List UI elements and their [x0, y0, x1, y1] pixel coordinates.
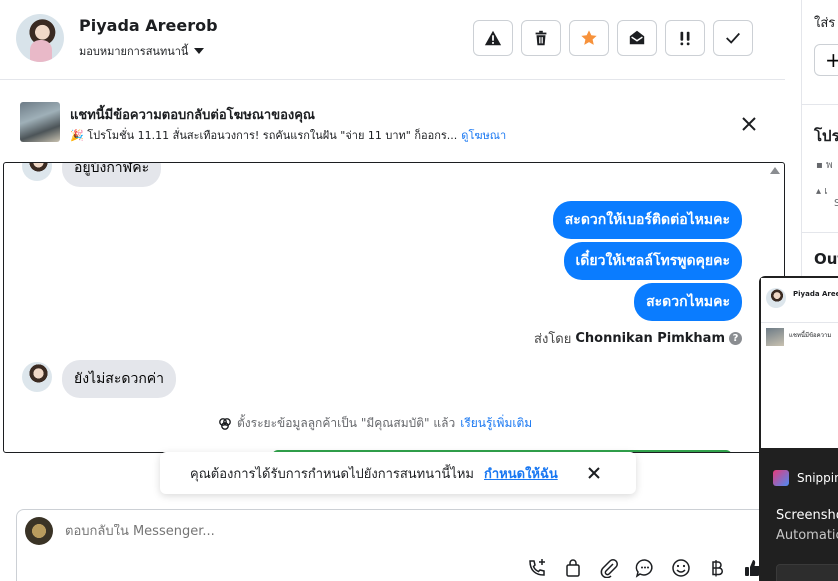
mark-unread-button[interactable] — [617, 20, 657, 56]
ad-banner-title: แชทนี้มีข้อความตอบกลับต่อโฆษณาของคุณ — [70, 108, 315, 123]
mail-open-icon — [629, 30, 645, 45]
priority-button[interactable] — [665, 20, 705, 56]
add-call-button[interactable] — [525, 556, 549, 580]
panel-section-title: Out — [814, 250, 838, 268]
close-ad-banner-button[interactable] — [736, 111, 762, 137]
conversation-header: Piyada Areerob มอบหมายการสนทนานี้ — [0, 0, 785, 80]
screenshot-preview[interactable]: Piyada Areerob แชทนี้มีข้อความ — [761, 278, 838, 448]
assign-to-me-link[interactable]: กำหนดให้ฉัน — [484, 463, 558, 484]
help-icon[interactable]: ? — [729, 332, 742, 345]
panel-section-title: โปร — [814, 127, 838, 145]
lead-stage-icon — [219, 417, 231, 430]
ad-reply-banner: แชทนี้มีข้อความตอบกลับต่อโฆษณาของคุณ 🎉 โ… — [0, 92, 785, 152]
call-add-icon — [529, 559, 545, 576]
follow-up-button[interactable] — [569, 20, 609, 56]
reply-input[interactable] — [65, 524, 465, 539]
notification-title: Screenshot copied — [776, 508, 838, 523]
ad-banner-description: 🎉 โปรโมชั่น 11.11 สั่นสะเทือนวงการ! รถคั… — [70, 126, 506, 144]
add-label-button[interactable]: + — [814, 44, 838, 76]
outgoing-message: สะดวกไหมคะ — [634, 283, 742, 321]
composer-toolbar — [525, 556, 765, 580]
contact-name[interactable]: Piyada Areerob — [79, 16, 218, 35]
sent-by-prefix: ส่งโดย — [534, 332, 572, 347]
graduation-cap-icon: ▴ — [816, 186, 822, 197]
check-icon — [726, 32, 740, 44]
close-icon — [588, 467, 600, 479]
baht-icon — [712, 560, 723, 577]
panel-row-education: ▴ เ — [816, 184, 828, 199]
contact-avatar-small — [22, 163, 52, 181]
sent-by-name: Chonnikan Pimkham — [575, 331, 725, 346]
ad-thumbnail[interactable] — [20, 102, 60, 142]
learn-more-link[interactable]: เรียนรู้เพิ่มเติม — [460, 414, 532, 433]
contact-avatar-small — [22, 362, 52, 392]
preview-ad-thumb — [766, 328, 784, 346]
snipping-app-label: Snipping Tool — [773, 470, 838, 486]
snipping-tool-icon — [773, 470, 789, 486]
notification-subtitle: Automatically saved — [776, 528, 838, 543]
chevron-down-icon — [194, 48, 205, 54]
assign-conversation-dropdown[interactable]: มอบหมายการสนทนานี้ — [79, 42, 205, 60]
preview-avatar — [766, 288, 786, 308]
assign-prompt-toast: คุณต้องการได้รับการกำหนดไปยังการสนทนานี้… — [160, 452, 636, 494]
mark-done-button[interactable] — [713, 20, 753, 56]
assign-prompt-text: คุณต้องการได้รับการกำหนดไปยังการสนทนานี้… — [190, 466, 474, 482]
payment-button[interactable] — [705, 556, 729, 580]
page-avatar — [25, 517, 53, 545]
panel-row-work-text: พ — [825, 160, 833, 171]
panel-row-work: ▪ พ — [816, 158, 833, 173]
chat-bubble-icon — [635, 559, 653, 578]
snipping-notification[interactable]: Piyada Areerob แชทนี้มีข้อความ Snipping … — [759, 276, 838, 581]
panel-divider — [802, 104, 838, 105]
assign-label: มอบหมายการสนทนานี้ — [79, 45, 189, 58]
trash-icon — [535, 30, 547, 46]
notification-action-button[interactable] — [776, 564, 838, 581]
panel-row-education-sub: S — [834, 198, 838, 209]
snipping-app-name: Snipping Tool — [797, 471, 838, 485]
delete-button[interactable] — [521, 20, 561, 56]
lead-stage-text: ตั้งระยะข้อมูลลูกค้าเป็น "มีคุณสมบัติ" แ… — [237, 416, 456, 430]
view-ad-link[interactable]: ดูโฆษณา — [461, 129, 506, 142]
paperclip-icon — [600, 559, 618, 578]
preview-divider — [761, 322, 838, 323]
panel-top-label: ใส่ร — [814, 16, 836, 31]
scroll-up-arrow-icon[interactable] — [770, 167, 780, 174]
briefcase-icon: ▪ — [816, 160, 823, 171]
incoming-message: ยังไม่สะดวกค่า — [62, 360, 177, 398]
preview-name: Piyada Areerob — [793, 290, 838, 298]
priority-icon — [680, 31, 690, 46]
saved-replies-button[interactable] — [633, 556, 657, 580]
header-actions — [473, 20, 753, 56]
sent-by-line: ส่งโดย Chonnikan Pimkham ? — [534, 328, 742, 349]
outgoing-message: สะดวกให้เบอร์ติดต่อไหมคะ — [552, 201, 742, 239]
ad-description-text: 🎉 โปรโมชั่น 11.11 สั่นสะเทือนวงการ! รถคั… — [70, 129, 458, 142]
emoji-button[interactable] — [669, 556, 693, 580]
close-icon — [742, 117, 756, 131]
panel-row-education-text: เ — [824, 186, 828, 197]
preview-ad-text: แชทนี้มีข้อความ — [789, 332, 832, 339]
warning-icon — [484, 30, 502, 46]
lead-stage-notice: ตั้งระยะข้อมูลลูกค้าเป็น "มีคุณสมบัติ" แ… — [218, 414, 532, 433]
outgoing-message: เดี๋ยวให้เซลล์โทรพูดคุยคะ — [563, 242, 742, 280]
emoji-icon — [672, 559, 690, 577]
close-toast-button[interactable] — [584, 463, 604, 483]
panel-divider — [802, 232, 838, 233]
attach-button[interactable] — [597, 556, 621, 580]
shop-button[interactable] — [561, 556, 585, 580]
message-thread[interactable]: อยู่บ้งกาฬคะ สะดวกให้เบอร์ติดต่อไหมคะ เด… — [3, 162, 785, 453]
star-icon — [581, 30, 597, 45]
contact-avatar[interactable] — [16, 14, 64, 62]
incoming-message: อยู่บ้งกาฬคะ — [62, 163, 162, 187]
shopping-bag-icon — [566, 559, 580, 577]
mark-spam-button[interactable] — [473, 20, 513, 56]
message-composer — [16, 509, 776, 581]
